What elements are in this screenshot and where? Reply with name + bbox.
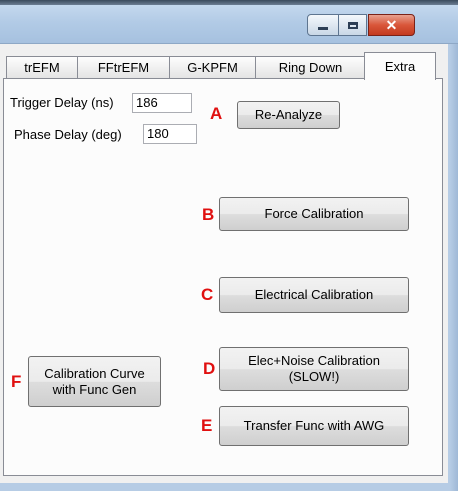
tab-g-kpfm[interactable]: G-KPFM: [169, 56, 256, 78]
maximize-button[interactable]: [338, 14, 367, 36]
tab-label: Ring Down: [278, 60, 343, 75]
marker-b: B: [202, 205, 215, 224]
close-button[interactable]: ✕: [368, 14, 415, 36]
tab-trefm[interactable]: trEFM: [6, 56, 78, 78]
button-label: Electrical Calibration: [254, 287, 374, 302]
minimize-icon: [318, 26, 328, 30]
button-label: Transfer Func with AWG: [243, 418, 385, 433]
tab-ring-down[interactable]: Ring Down: [255, 56, 366, 78]
minimize-button[interactable]: [307, 14, 339, 36]
button-label-line1: Calibration Curve: [44, 365, 145, 381]
marker-e: E: [201, 416, 213, 435]
marker-f: F: [11, 372, 22, 391]
button-label: Force Calibration: [264, 206, 364, 221]
phase-delay-input[interactable]: 180: [143, 124, 197, 144]
electrical-calibration-button[interactable]: Electrical Calibration: [219, 277, 409, 313]
re-analyze-button[interactable]: Re-Analyze: [237, 101, 340, 129]
transfer-func-awg-button[interactable]: Transfer Func with AWG: [219, 406, 409, 446]
button-label-line2: with Func Gen: [52, 381, 137, 397]
button-label: Re-Analyze: [254, 107, 323, 122]
button-label-line1: Elec+Noise Calibration: [248, 353, 380, 368]
phase-delay-label: Phase Delay (deg): [14, 127, 122, 142]
button-label-line2: (SLOW!): [288, 369, 340, 384]
trigger-delay-label: Trigger Delay (ns): [10, 95, 114, 110]
maximize-icon: [347, 21, 358, 29]
tab-label: G-KPFM: [187, 60, 238, 75]
marker-d: D: [203, 359, 216, 378]
window-right-edge: [450, 44, 458, 491]
tab-label: FFtrEFM: [97, 60, 150, 75]
elec-noise-calibration-button[interactable]: Elec+Noise Calibration (SLOW!): [219, 347, 409, 391]
tab-fftrefm[interactable]: FFtrEFM: [77, 56, 170, 78]
marker-c: C: [201, 285, 214, 304]
marker-a: A: [210, 104, 223, 123]
trigger-delay-input[interactable]: 186: [132, 93, 192, 113]
tab-label: Extra: [384, 59, 416, 74]
tab-extra[interactable]: Extra: [364, 52, 436, 80]
window-titlebar[interactable]: ✕: [0, 5, 458, 44]
tab-label: trEFM: [24, 60, 60, 75]
force-calibration-button[interactable]: Force Calibration: [219, 197, 409, 231]
calibration-curve-func-gen-button[interactable]: Calibration Curve with Func Gen: [28, 356, 161, 407]
close-icon: ✕: [385, 16, 398, 33]
